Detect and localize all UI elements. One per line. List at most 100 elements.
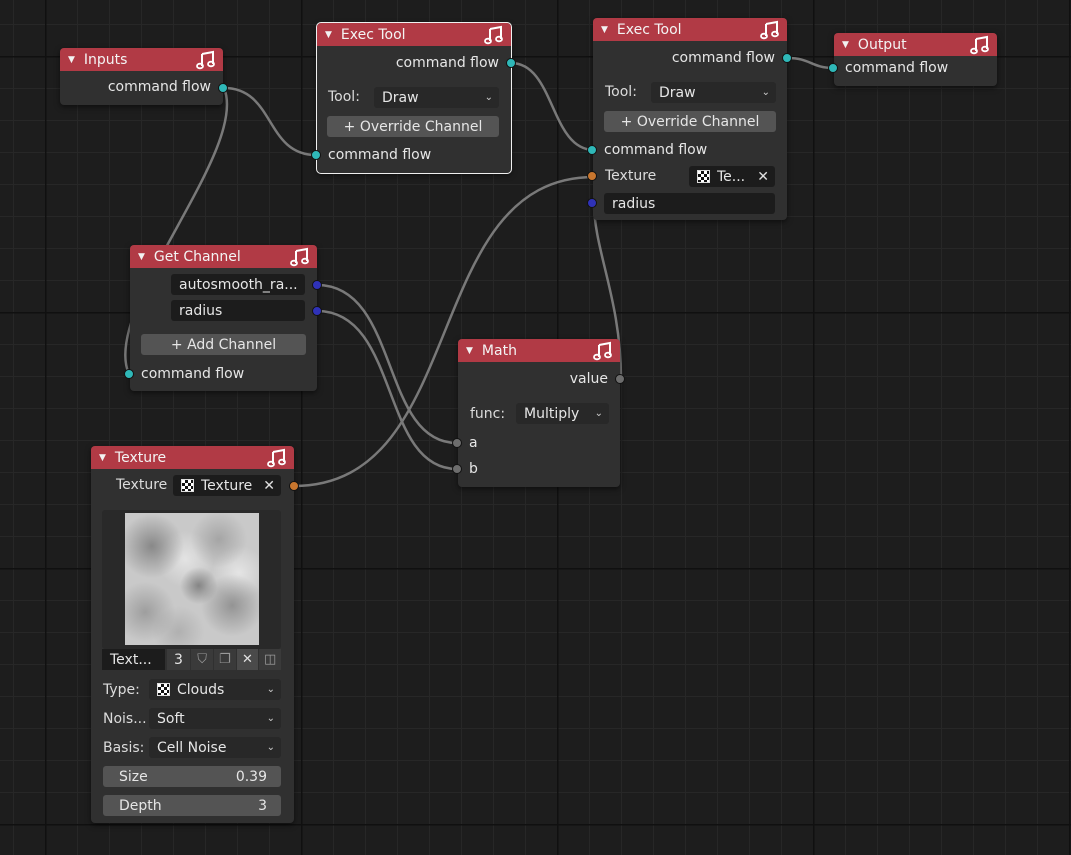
node-header[interactable]: ▼ Exec Tool bbox=[317, 23, 511, 46]
tool-label: Tool: bbox=[605, 84, 637, 100]
close-icon[interactable]: ✕ bbox=[757, 169, 769, 185]
triangle-down-icon[interactable]: ▼ bbox=[466, 346, 473, 356]
channel-field-radius[interactable]: radius bbox=[171, 300, 305, 321]
music-note-icon bbox=[196, 50, 215, 69]
texture-id-bar: Text... 3 ⛉ ❐ ✕ ◫ bbox=[102, 649, 282, 670]
output-command-flow: command flow bbox=[107, 79, 211, 95]
node-header[interactable]: ▼ Texture bbox=[91, 446, 294, 469]
node-header[interactable]: ▼ Inputs bbox=[60, 48, 223, 71]
node-exec-tool-1[interactable]: ▼ Exec Tool command flow Tool: Draw ⌄ + O… bbox=[311, 22, 516, 174]
chevron-down-icon: ⌄ bbox=[266, 684, 275, 695]
triangle-down-icon[interactable]: ▼ bbox=[601, 25, 608, 35]
socket-in-a[interactable] bbox=[452, 438, 462, 448]
tool-select[interactable]: Draw ⌄ bbox=[651, 82, 776, 103]
socket-in-b[interactable] bbox=[452, 464, 462, 474]
socket-in-command-flow[interactable] bbox=[311, 150, 321, 160]
input-command-flow: command flow bbox=[141, 366, 245, 382]
socket-out-command-flow[interactable] bbox=[218, 83, 228, 93]
chevron-down-icon: ⌄ bbox=[266, 713, 275, 724]
basis-select[interactable]: Cell Noise ⌄ bbox=[149, 737, 281, 758]
noise-select[interactable]: Soft ⌄ bbox=[149, 708, 281, 729]
chevron-down-icon: ⌄ bbox=[761, 87, 770, 98]
texture-users-count[interactable]: 3 bbox=[166, 649, 191, 670]
node-title: Exec Tool bbox=[616, 21, 682, 38]
node-title: Exec Tool bbox=[340, 26, 406, 43]
input-command-flow: command flow bbox=[604, 142, 708, 158]
checker-icon bbox=[181, 479, 194, 492]
node-get-channel[interactable]: ▼ Get Channel autosmooth_ra... radius + … bbox=[124, 245, 322, 391]
texture-slot[interactable]: Texture ✕ bbox=[173, 475, 281, 496]
socket-in-command-flow[interactable] bbox=[587, 145, 597, 155]
texture-preview bbox=[102, 510, 281, 649]
node-header[interactable]: ▼ Math bbox=[458, 339, 620, 362]
texture-label: Texture bbox=[116, 477, 168, 493]
node-header[interactable]: ▼ Output bbox=[834, 33, 997, 56]
music-note-icon bbox=[484, 25, 503, 44]
music-note-icon bbox=[290, 247, 309, 266]
input-b: b bbox=[469, 461, 478, 477]
socket-out-command-flow[interactable] bbox=[506, 58, 516, 68]
node-inputs[interactable]: ▼ Inputs command flow bbox=[60, 48, 228, 105]
close-icon[interactable]: ✕ bbox=[236, 649, 259, 670]
checker-icon bbox=[157, 683, 170, 696]
tool-select[interactable]: Draw ⌄ bbox=[374, 87, 499, 108]
music-note-icon bbox=[593, 341, 612, 360]
channel-field-autosmooth[interactable]: autosmooth_ra... bbox=[171, 274, 305, 295]
close-icon[interactable]: ✕ bbox=[263, 478, 275, 494]
node-header[interactable]: ▼ Exec Tool bbox=[593, 18, 787, 41]
type-select[interactable]: Clouds ⌄ bbox=[149, 679, 281, 700]
node-header[interactable]: ▼ Get Channel bbox=[130, 245, 317, 268]
socket-out-autosmooth[interactable] bbox=[312, 280, 322, 290]
checker-icon bbox=[697, 170, 710, 183]
texture-slot[interactable]: Te... ✕ bbox=[689, 166, 775, 187]
depth-slider[interactable]: Depth 3 bbox=[103, 795, 281, 816]
override-channel-button[interactable]: + Override Channel bbox=[604, 111, 776, 132]
chevron-down-icon: ⌄ bbox=[594, 408, 603, 419]
toggle-icon[interactable]: ◫ bbox=[259, 649, 282, 670]
triangle-down-icon[interactable]: ▼ bbox=[68, 55, 75, 65]
triangle-down-icon[interactable]: ▼ bbox=[325, 30, 332, 40]
music-note-icon bbox=[970, 35, 989, 54]
output-command-flow: command flow bbox=[671, 50, 775, 66]
socket-out-value[interactable] bbox=[615, 374, 625, 384]
texture-id-name[interactable]: Text... bbox=[102, 649, 165, 670]
link-radius-b bbox=[316, 309, 458, 471]
socket-out-command-flow[interactable] bbox=[782, 53, 792, 63]
node-title: Output bbox=[857, 36, 907, 53]
socket-out-texture[interactable] bbox=[289, 481, 299, 491]
node-title: Get Channel bbox=[153, 248, 241, 265]
basis-label: Basis: bbox=[103, 740, 145, 756]
func-select[interactable]: Multiply ⌄ bbox=[516, 403, 609, 424]
output-value: value bbox=[569, 371, 608, 387]
triangle-down-icon[interactable]: ▼ bbox=[99, 453, 106, 463]
func-label: func: bbox=[470, 406, 506, 422]
texture-label: Texture bbox=[605, 168, 657, 184]
output-command-flow: command flow bbox=[395, 55, 499, 71]
socket-in-command-flow[interactable] bbox=[828, 63, 838, 73]
node-exec-tool-2[interactable]: ▼ Exec Tool command flow Tool: Draw ⌄ + O… bbox=[587, 18, 792, 220]
socket-in-texture[interactable] bbox=[587, 171, 597, 181]
duplicate-icon[interactable]: ❐ bbox=[213, 649, 236, 670]
chevron-down-icon: ⌄ bbox=[266, 742, 275, 753]
chevron-down-icon: ⌄ bbox=[484, 92, 493, 103]
triangle-down-icon[interactable]: ▼ bbox=[138, 252, 145, 262]
node-output[interactable]: ▼ Output command flow bbox=[828, 33, 997, 86]
tool-label: Tool: bbox=[328, 89, 360, 105]
socket-out-radius[interactable] bbox=[312, 306, 322, 316]
link-exec2-output bbox=[787, 56, 834, 70]
node-title: Texture bbox=[114, 449, 167, 466]
input-command-flow: command flow bbox=[328, 147, 432, 163]
size-slider[interactable]: Size 0.39 bbox=[103, 766, 281, 787]
socket-in-radius[interactable] bbox=[587, 198, 597, 208]
input-a: a bbox=[469, 435, 478, 451]
radius-field[interactable]: radius bbox=[604, 193, 775, 214]
node-math[interactable]: ▼ Math value func: Multiply ⌄ a b bbox=[452, 339, 625, 487]
shield-icon[interactable]: ⛉ bbox=[191, 649, 213, 670]
triangle-down-icon[interactable]: ▼ bbox=[842, 40, 849, 50]
link-autosmooth-a bbox=[316, 283, 458, 445]
override-channel-button[interactable]: + Override Channel bbox=[327, 116, 499, 137]
music-note-icon bbox=[760, 20, 779, 39]
socket-in-command-flow[interactable] bbox=[124, 369, 134, 379]
node-texture[interactable]: ▼ Texture Texture Texture ✕ Text... 3 ⛉ … bbox=[91, 446, 299, 823]
add-channel-button[interactable]: + Add Channel bbox=[141, 334, 306, 355]
